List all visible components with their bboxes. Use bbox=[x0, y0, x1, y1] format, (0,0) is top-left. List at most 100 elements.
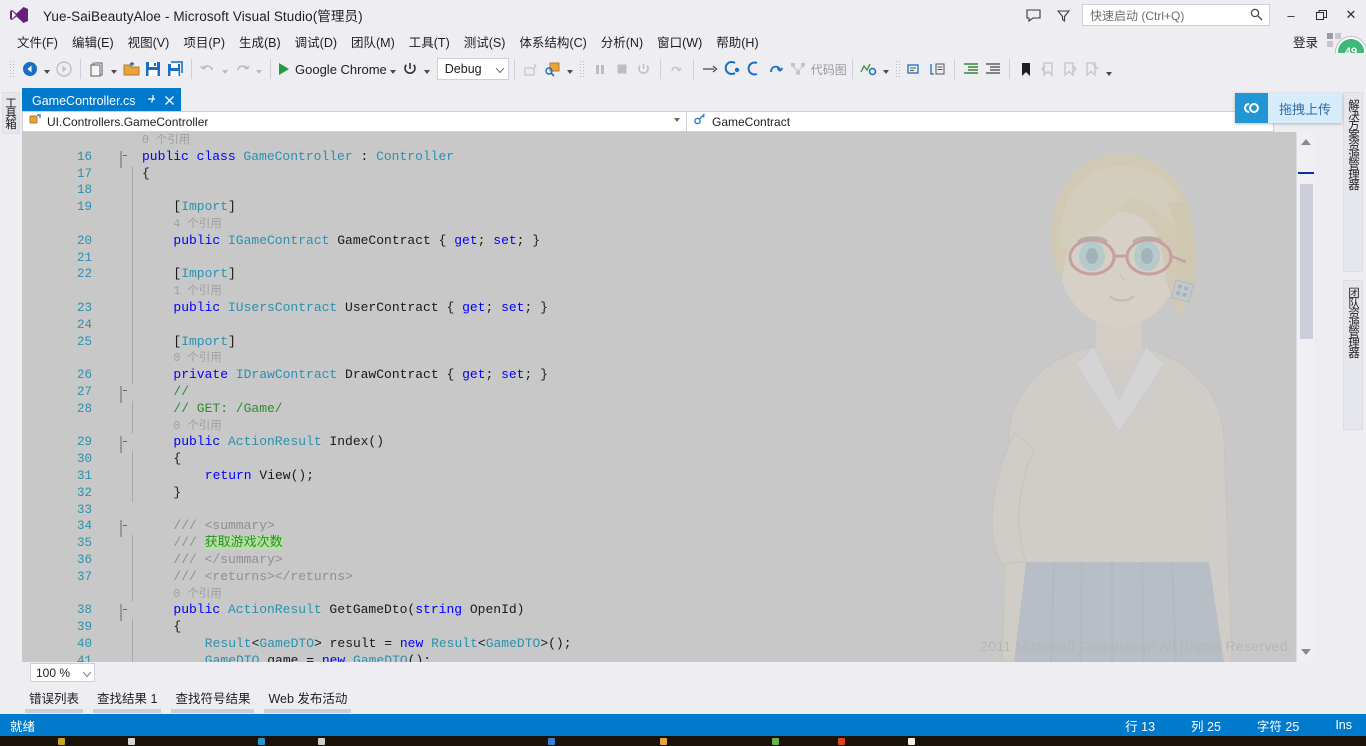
bottom-tab-find-symbol-results[interactable]: 查找符号结果 bbox=[168, 686, 257, 713]
signin-link[interactable]: 登录 bbox=[1293, 32, 1318, 51]
code-line[interactable]: 36 /// </summary> bbox=[22, 551, 1314, 569]
code-line[interactable]: 37 /// <returns></returns> bbox=[22, 568, 1314, 586]
code-line[interactable]: 35 /// 获取游戏次数 bbox=[22, 535, 1314, 552]
taskbar-icon-vs[interactable] bbox=[660, 738, 667, 745]
code-line[interactable]: 1 个引用 bbox=[22, 283, 1314, 300]
code-line[interactable]: 29 public ActionResult Index() bbox=[22, 434, 1314, 454]
toolbar-grip[interactable] bbox=[894, 60, 902, 78]
decrease-indent-icon[interactable] bbox=[982, 57, 1004, 81]
collapse-region-icon[interactable] bbox=[120, 604, 130, 622]
code-line[interactable]: 41 GameDTO game = new GameDTO(); bbox=[22, 652, 1314, 662]
code-line[interactable]: 39 { bbox=[22, 619, 1314, 636]
diagnostics-icon[interactable] bbox=[858, 57, 880, 81]
taskbar-icon-office[interactable] bbox=[838, 738, 845, 745]
step-over-arrow-icon[interactable] bbox=[699, 57, 721, 81]
increase-indent-icon[interactable] bbox=[960, 57, 982, 81]
menu-file[interactable]: 文件(F) bbox=[10, 30, 65, 53]
code-line[interactable]: 0 个引用 bbox=[22, 350, 1314, 368]
code-line[interactable]: 27 // bbox=[22, 384, 1314, 403]
comment-selection-icon[interactable] bbox=[905, 57, 927, 81]
code-line[interactable]: 0 个引用 bbox=[22, 585, 1314, 603]
save-all-icon[interactable] bbox=[164, 57, 186, 81]
open-file-icon[interactable] bbox=[120, 57, 142, 81]
scrollbar-thumb[interactable] bbox=[1300, 184, 1313, 339]
type-dropdown[interactable]: UI.Controllers.GameController bbox=[23, 112, 686, 131]
code-line[interactable]: 24 bbox=[22, 316, 1314, 334]
navigate-back-icon[interactable] bbox=[19, 57, 41, 81]
toolbar-grip[interactable] bbox=[9, 60, 16, 78]
code-line[interactable]: 18 bbox=[22, 182, 1314, 200]
new-project-dropdown-icon[interactable] bbox=[108, 57, 120, 81]
minimize-button[interactable]: – bbox=[1276, 0, 1306, 30]
code-line[interactable]: 23 public IUsersContract UserContract { g… bbox=[22, 299, 1314, 317]
taskbar-icon-chrome[interactable] bbox=[548, 738, 555, 745]
uncomment-selection-icon[interactable] bbox=[927, 57, 949, 81]
menu-debug[interactable]: 调试(D) bbox=[288, 30, 344, 53]
code-line[interactable]: 25 [Import] bbox=[22, 333, 1314, 351]
code-map-label[interactable]: 代码图 bbox=[811, 61, 847, 78]
code-line[interactable]: 32} bbox=[22, 484, 1314, 502]
code-line[interactable]: 0 个引用 bbox=[22, 132, 1314, 149]
tab-gamecontroller-cs[interactable]: GameController.cs bbox=[22, 88, 181, 113]
solution-configuration-select[interactable]: Debug bbox=[436, 58, 509, 80]
toolbar-grip[interactable] bbox=[578, 60, 586, 78]
start-debugging-button[interactable]: Google Chrome bbox=[279, 62, 387, 77]
code-line[interactable]: 20 public IGameContract GameContract { ge… bbox=[22, 232, 1314, 250]
maximize-restore-button[interactable] bbox=[1306, 0, 1336, 30]
menu-team[interactable]: 团队(M) bbox=[344, 30, 402, 53]
code-line[interactable]: 31 return View(); bbox=[22, 467, 1314, 485]
feedback-icon[interactable] bbox=[1018, 2, 1048, 28]
collapse-region-icon[interactable] bbox=[120, 436, 130, 454]
chevron-down-icon[interactable] bbox=[674, 118, 680, 122]
start-debugging-dropdown-icon[interactable] bbox=[387, 57, 399, 81]
taskbar-icon-terminal[interactable] bbox=[908, 738, 915, 745]
member-dropdown[interactable]: GameContract bbox=[687, 112, 1273, 131]
windows-taskbar[interactable] bbox=[0, 736, 1366, 746]
menu-test[interactable]: 测试(S) bbox=[457, 30, 513, 53]
taskbar-icon-browser[interactable] bbox=[258, 738, 265, 745]
scroll-up-icon[interactable] bbox=[1297, 134, 1314, 150]
menu-architecture[interactable]: 体系结构(C) bbox=[512, 30, 593, 53]
toolbar-overflow-icon[interactable] bbox=[1103, 57, 1115, 81]
sidebar-tab-toolbox[interactable]: 工具箱 bbox=[2, 92, 20, 134]
code-line[interactable]: 4 个引用 bbox=[22, 215, 1314, 233]
attach-to-process-icon[interactable] bbox=[542, 57, 564, 81]
menu-help[interactable]: 帮助(H) bbox=[709, 30, 765, 53]
menu-tools[interactable]: 工具(T) bbox=[402, 30, 457, 53]
collapse-region-icon[interactable] bbox=[120, 520, 130, 538]
collapse-region-icon[interactable] bbox=[120, 150, 130, 168]
bottom-tab-web-publish-activity[interactable]: Web 发布活动 bbox=[261, 686, 354, 713]
code-line[interactable]: 22 [Import] bbox=[22, 266, 1314, 284]
scroll-down-icon[interactable] bbox=[1297, 644, 1314, 660]
sidebar-tab-team-explorer[interactable]: 团队资源管理器 bbox=[1343, 280, 1363, 430]
code-line[interactable]: 17 { bbox=[22, 165, 1314, 183]
taskbar-icon-app[interactable] bbox=[318, 738, 325, 745]
code-editor[interactable]: 2011 Microsoft Corporation All Rights Re… bbox=[22, 132, 1314, 662]
code-line[interactable]: 30 { bbox=[22, 451, 1314, 468]
code-line[interactable]: 28 // GET: /Game/ bbox=[22, 400, 1314, 418]
navigate-back-dropdown-icon[interactable] bbox=[41, 57, 53, 81]
refresh-dropdown-icon[interactable] bbox=[421, 57, 433, 81]
menu-edit[interactable]: 编辑(E) bbox=[65, 30, 121, 53]
code-line[interactable]: 16 public class GameController : Controll… bbox=[22, 149, 1314, 168]
code-line[interactable]: 21 bbox=[22, 249, 1314, 267]
code-line[interactable]: 40 Result<GameDTO> result = new Result<Ga… bbox=[22, 635, 1314, 653]
code-line[interactable]: 26 private IDrawContract DrawContract { g… bbox=[22, 367, 1314, 384]
code-line[interactable]: 19 [Import] bbox=[22, 199, 1314, 216]
editor-vertical-scrollbar[interactable] bbox=[1296, 132, 1314, 662]
step-over-active-icon[interactable] bbox=[765, 57, 787, 81]
diagnostics-dropdown-icon[interactable] bbox=[880, 57, 892, 81]
sidebar-tab-solution-explorer[interactable]: 解决方案资源管理器 bbox=[1343, 92, 1363, 272]
collapse-region-icon[interactable] bbox=[120, 385, 130, 403]
drag-upload-button[interactable]: 拖拽上传 bbox=[1234, 93, 1342, 123]
code-text-area[interactable]: 0 个引用 16 public class GameController : Con… bbox=[22, 132, 1314, 662]
step-into-active-icon[interactable] bbox=[721, 57, 743, 81]
menu-build[interactable]: 生成(B) bbox=[232, 30, 288, 53]
menu-project[interactable]: 项目(P) bbox=[176, 30, 232, 53]
code-line[interactable]: 38 public ActionResult GetGameDto(string … bbox=[22, 602, 1314, 622]
code-line[interactable]: 33 bbox=[22, 502, 1314, 519]
quick-launch-search-box[interactable]: 快速启动 (Ctrl+Q) bbox=[1082, 4, 1270, 26]
menu-view[interactable]: 视图(V) bbox=[121, 30, 177, 53]
bottom-tab-find-results-1[interactable]: 查找结果 1 bbox=[90, 686, 164, 713]
attach-dropdown-icon[interactable] bbox=[564, 57, 576, 81]
